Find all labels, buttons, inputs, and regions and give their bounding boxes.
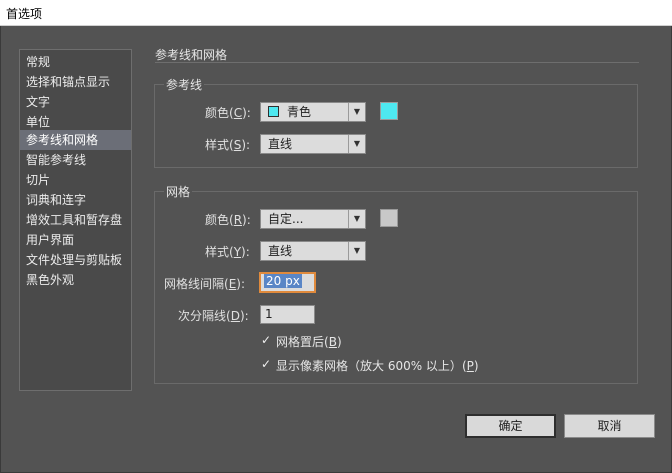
guides-color-label: 颜色(C): [205,106,251,120]
pixel-grid-checkbox[interactable]: ✓ [260,358,272,370]
section-divider [155,62,639,63]
sidebar-item-file-clipboard[interactable]: 文件处理与剪贴板 [20,250,131,270]
sidebar-item-hyphenation[interactable]: 词典和连字 [20,190,131,210]
guides-color-swatch-icon [268,106,279,117]
grid-color-dropdown[interactable]: 自定... ▼ [260,209,366,229]
grid-color-label: 颜色(R): [205,213,251,227]
sidebar-item-plugins-scratch[interactable]: 增效工具和暂存盘 [20,210,131,230]
grid-group-title: 网格 [164,183,193,200]
grid-color-picker[interactable] [380,209,398,227]
sidebar-item-smart-guides[interactable]: 智能参考线 [20,150,131,170]
sidebar-item-user-interface[interactable]: 用户界面 [20,230,131,250]
guides-color-value: 青色 [287,105,312,119]
guides-color-picker[interactable] [380,102,398,120]
cancel-button[interactable]: 取消 [564,414,655,438]
chevron-down-icon: ▼ [348,242,365,260]
sidebar-item-slices[interactable]: 切片 [20,170,131,190]
grid-subdivision-label: 次分隔线(D): [178,309,249,323]
guides-style-value: 直线 [268,137,293,151]
guides-color-dropdown[interactable]: 青色 ▼ [260,102,366,122]
title-bar: 首选项 [0,0,672,26]
sidebar-item-selection-anchor[interactable]: 选择和锚点显示 [20,72,131,92]
sidebar: 常规 选择和锚点显示 文字 单位 参考线和网格 智能参考线 切片 词典和连字 增… [19,49,132,391]
grid-subdivision-value: 1 [265,307,273,321]
check-icon: ✓ [260,333,272,347]
window-title: 首选项 [6,7,43,21]
grid-subdivision-input[interactable]: 1 [260,305,315,324]
window-left-edge [0,26,1,473]
guides-style-dropdown[interactable]: 直线 ▼ [260,134,366,154]
chevron-down-icon: ▼ [348,135,365,153]
grid-style-label: 样式(Y): [205,245,250,259]
guides-group-title: 参考线 [164,76,205,93]
chevron-down-icon: ▼ [348,210,365,228]
ok-button[interactable]: 确定 [465,414,556,438]
check-icon: ✓ [260,357,272,371]
grid-spacing-label: 网格线间隔(E): [164,277,246,291]
grid-color-value: 自定... [268,212,304,226]
sidebar-item-units[interactable]: 单位 [20,112,131,132]
grid-style-dropdown[interactable]: 直线 ▼ [260,241,366,261]
section-title: 参考线和网格 [155,48,228,62]
pixel-grid-label[interactable]: 显示像素网格（放大 600% 以上）(P) [276,357,479,374]
sidebar-item-general[interactable]: 常规 [20,52,131,72]
sidebar-item-black-appearance[interactable]: 黑色外观 [20,270,131,290]
grid-style-value: 直线 [268,244,293,258]
sidebar-item-type[interactable]: 文字 [20,92,131,112]
guides-group [154,84,638,168]
grid-behind-label[interactable]: 网格置后(B) [276,333,342,350]
guides-style-label: 样式(S): [205,138,251,152]
grid-spacing-value: 20 px [264,274,302,288]
grid-spacing-input[interactable]: 20 px [259,272,316,293]
sidebar-item-guides-grid[interactable]: 参考线和网格 [20,130,131,150]
grid-behind-checkbox[interactable]: ✓ [260,334,272,346]
chevron-down-icon: ▼ [348,103,365,121]
